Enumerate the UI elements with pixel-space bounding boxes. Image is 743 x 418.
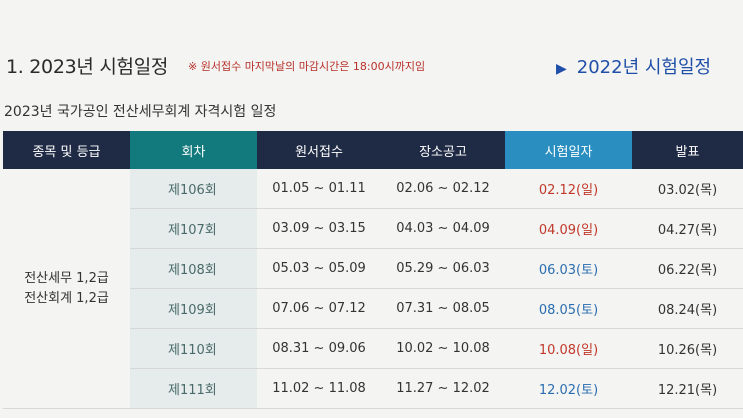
header-category: 종목 및 등급 xyxy=(3,131,130,169)
round-cell: 제107회 xyxy=(130,208,257,249)
application-period-cell: 03.09 ~ 03.15 xyxy=(257,208,381,249)
title-bar: 1. 2023년 시험일정 ※ 원서접수 마지막날의 마감시간은 18:00시까… xyxy=(0,44,743,88)
application-period-cell: 11.02 ~ 11.08 xyxy=(257,368,381,409)
application-period-cell: 05.03 ~ 05.09 xyxy=(257,248,381,289)
table-row: 전산세무 1,2급 전산회계 1,2급 제106회 01.05 ~ 01.11 02.0… xyxy=(3,169,743,409)
category-line-2: 전산회계 1,2급 xyxy=(24,290,109,306)
round-cell: 제110회 xyxy=(130,328,257,369)
venue-notice-cell: 05.29 ~ 06.03 xyxy=(381,248,505,289)
prev-year-schedule-link[interactable]: ▶ 2022년 시험일정 xyxy=(556,53,711,79)
venue-notice-cell: 02.06 ~ 02.12 xyxy=(381,169,505,209)
exam-date-cell: 06.03(토) xyxy=(505,248,632,289)
header-round: 회차 xyxy=(130,131,257,169)
schedule-subtitle: 2023년 국가공인 전산세무회계 자격시험 일정 xyxy=(4,104,277,120)
play-arrow-icon: ▶ xyxy=(556,61,567,77)
header-exam-date: 시험일자 xyxy=(505,131,632,169)
result-date-cell: 04.27(목) xyxy=(632,208,743,249)
result-date-cell: 08.24(목) xyxy=(632,288,743,329)
result-date-cell: 10.26(목) xyxy=(632,328,743,369)
exam-schedule-table: 종목 및 등급 회차 원서접수 장소공고 시험일자 발표 전산세무 1,2급 전산… xyxy=(3,131,743,409)
round-cell: 제109회 xyxy=(130,288,257,329)
result-date-cell: 06.22(목) xyxy=(632,248,743,289)
prev-year-label: 2022년 시험일정 xyxy=(576,57,712,78)
application-period-cell: 01.05 ~ 01.11 xyxy=(257,169,381,209)
deadline-notice: ※ 원서접수 마지막날의 마감시간은 18:00시까지임 xyxy=(188,60,426,73)
venue-notice-cell: 10.02 ~ 10.08 xyxy=(381,328,505,369)
venue-notice-cell: 11.27 ~ 12.02 xyxy=(381,368,505,409)
venue-notice-cell: 07.31 ~ 08.05 xyxy=(381,288,505,329)
venue-notice-cell: 04.03 ~ 04.09 xyxy=(381,208,505,249)
round-cell: 제111회 xyxy=(130,368,257,409)
exam-date-cell: 04.09(일) xyxy=(505,208,632,249)
round-cell: 제108회 xyxy=(130,248,257,289)
application-period-cell: 08.31 ~ 09.06 xyxy=(257,328,381,369)
category-line-1: 전산세무 1,2급 xyxy=(24,270,109,286)
page-title: 1. 2023년 시험일정 xyxy=(6,56,169,78)
result-date-cell: 12.21(목) xyxy=(632,368,743,409)
header-venue-notice: 장소공고 xyxy=(381,131,505,169)
exam-date-cell: 02.12(일) xyxy=(505,169,632,209)
table-header-row: 종목 및 등급 회차 원서접수 장소공고 시험일자 발표 xyxy=(3,131,743,169)
header-application: 원서접수 xyxy=(257,131,381,169)
application-period-cell: 07.06 ~ 07.12 xyxy=(257,288,381,329)
category-cell: 전산세무 1,2급전산회계 1,2급 xyxy=(3,169,130,409)
exam-date-cell: 12.02(토) xyxy=(505,368,632,409)
exam-date-cell: 08.05(토) xyxy=(505,288,632,329)
round-cell: 제106회 xyxy=(130,169,257,209)
header-result: 발표 xyxy=(632,131,743,169)
result-date-cell: 03.02(목) xyxy=(632,169,743,209)
exam-date-cell: 10.08(일) xyxy=(505,328,632,369)
